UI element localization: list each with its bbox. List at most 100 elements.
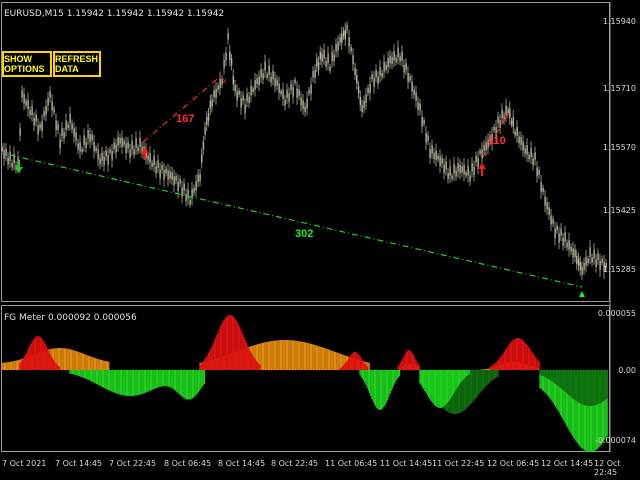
candle-body: [534, 152, 536, 160]
candle-body: [270, 76, 272, 83]
candle-body: [449, 166, 451, 176]
candle-body: [197, 174, 199, 182]
candle-body: [9, 151, 11, 161]
show-options-button[interactable]: SHOW OPTIONS: [2, 51, 52, 77]
candle-body: [385, 65, 387, 70]
candle-body: [337, 41, 339, 51]
candle-body: [107, 155, 109, 165]
candle-body: [73, 128, 75, 137]
price-label: 1.15285: [602, 265, 636, 274]
candle-body: [49, 91, 51, 98]
candle-body: [43, 111, 45, 117]
candle-body: [497, 116, 499, 124]
candle-body: [113, 142, 115, 149]
candle-body: [556, 225, 558, 231]
candle-body: [127, 141, 129, 149]
candle-body: [512, 117, 515, 127]
indicator-value-label: -0.000074: [594, 436, 636, 445]
candle-body: [290, 84, 292, 90]
candle-body: [327, 53, 329, 64]
candle-body: [465, 172, 467, 176]
candle-body: [258, 76, 260, 86]
candle-body: [280, 91, 282, 95]
candle-body: [202, 141, 205, 150]
candle-body: [240, 98, 242, 108]
candle-body: [481, 149, 483, 159]
candle-body: [69, 113, 71, 124]
candle-body: [163, 170, 165, 180]
candle-body: [405, 63, 407, 71]
candle-body: [403, 64, 405, 73]
candle-body: [155, 166, 157, 174]
candle-body: [234, 84, 236, 92]
candle-body: [479, 150, 481, 154]
candle-body: [187, 189, 189, 199]
candle-body: [41, 121, 43, 131]
candle-body: [185, 193, 187, 202]
price-label: 1.15710: [602, 84, 636, 93]
candle-body: [161, 165, 163, 171]
candle-body: [540, 182, 542, 192]
candle-body: [77, 143, 79, 150]
candle-body: [339, 37, 341, 43]
candle-body: [317, 62, 320, 70]
candle-body: [425, 133, 427, 143]
candle-body: [195, 181, 197, 191]
candle-body: [587, 258, 589, 264]
candle-body: [85, 142, 87, 148]
candle-body: [509, 108, 511, 118]
indicator-value-label: 0.000055: [597, 309, 636, 318]
candle-body: [215, 88, 217, 99]
refresh-data-button[interactable]: REFRESH DATA: [53, 51, 101, 77]
candle-body: [254, 80, 256, 90]
cross-marker-icon: x: [504, 111, 509, 120]
candle-body: [236, 91, 238, 101]
triangle-marker-icon: [579, 291, 585, 297]
candle-body: [435, 150, 437, 160]
candle-body: [423, 120, 425, 125]
candle-body: [87, 130, 89, 139]
candle-body: [119, 138, 121, 144]
time-label: 12 Oct 22:45: [594, 459, 621, 477]
cross-marker-icon: x: [222, 76, 227, 85]
candle-body: [125, 143, 127, 153]
candle-body: [213, 90, 215, 98]
candle-body: [417, 102, 419, 111]
candle-body: [597, 253, 599, 261]
candle-body: [518, 136, 520, 144]
candle-body: [183, 183, 185, 191]
candle-body: [63, 132, 65, 139]
candle-body: [131, 140, 133, 150]
candle-body: [483, 144, 485, 151]
candle-body: [238, 90, 240, 95]
candle-body: [167, 170, 169, 180]
candle-body: [568, 239, 570, 250]
candle-body: [71, 123, 73, 130]
candle-body: [520, 137, 522, 145]
candle-body: [493, 126, 495, 131]
candle-body: [577, 258, 580, 266]
candle-body: [204, 127, 206, 135]
candle-body: [149, 153, 151, 163]
candle-body: [123, 140, 125, 145]
candle-body: [244, 104, 246, 114]
candle-body: [591, 257, 593, 263]
candle-body: [286, 89, 288, 98]
candle-body: [157, 160, 159, 168]
candle-body: [477, 157, 479, 168]
time-label: 8 Oct 22:45: [271, 459, 319, 468]
candle-body: [562, 237, 564, 246]
candle-body: [536, 167, 538, 177]
candle-body: [211, 99, 213, 107]
candle-body: [101, 152, 103, 161]
candle-body: [248, 96, 250, 104]
candle-body: [312, 71, 314, 78]
candle-body: [522, 141, 524, 151]
candle-body: [542, 187, 544, 193]
candle-body: [501, 109, 503, 119]
candle-body: [548, 207, 550, 215]
candle-body: [23, 94, 25, 104]
candle-body: [361, 105, 363, 113]
candle-body: [381, 72, 383, 78]
time-label: 11 Oct 14:45: [380, 459, 433, 468]
